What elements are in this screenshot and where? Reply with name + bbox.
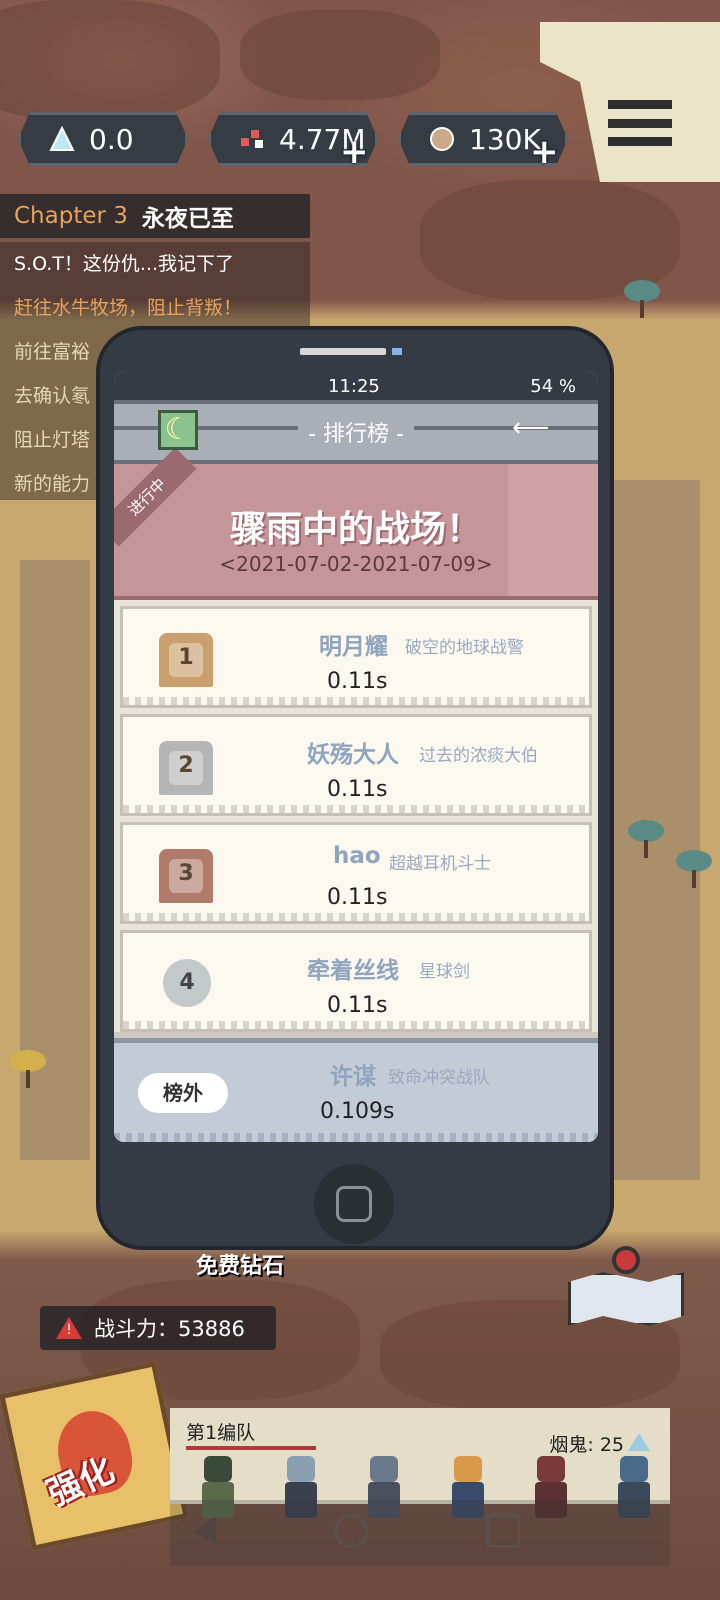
ore-icon [429,126,455,152]
crystal-icon [628,1433,650,1451]
phone-speaker [300,348,386,355]
parts-icon [239,126,265,152]
nav-back-icon[interactable] [188,1514,222,1548]
world-map-icon[interactable] [568,1246,684,1326]
crystal-value: 0.0 [89,122,134,156]
status-battery: 54 % [530,376,576,397]
add-parts-button[interactable]: + [340,132,369,172]
phone-home-button[interactable] [314,1164,394,1244]
event-banner: 进行中 骤雨中的战场！ <2021-07-02-2021-07-09> [114,447,598,600]
bronze-medal-icon: 3 [159,849,213,903]
self-score: 0.109s [320,1099,395,1124]
leaderboard-phone: 11:25 54 % ☾ - 排行榜 - ⟵ 进行中 骤雨中的战场！ <2021… [96,326,614,1250]
player-score: 0.11s [327,777,388,802]
ranking-row[interactable]: 3 hao 超越耳机斗士 0.11s [120,822,592,924]
warning-icon: ! [56,1317,82,1339]
back-arrow-icon[interactable]: ⟵ [512,415,558,441]
unranked-badge: 榜外 [138,1073,228,1113]
event-dates: <2021-07-02-2021-07-09> [219,552,493,576]
add-ore-button[interactable]: + [530,132,559,172]
gold-medal-icon: 1 [159,633,213,687]
combat-power-label: 战斗力：53886 [94,1317,245,1341]
crystal-icon [49,126,75,152]
ranking-list: 1 明月耀 破空的地球战警 0.11s 2 妖殇大人 过去的浓痰大伯 0.11s… [114,600,598,1032]
chapter-header: Chapter 3 永夜已至 [0,194,310,238]
player-name: 牵着丝线 [307,958,399,984]
team-name[interactable]: 第1编队 [186,1418,255,1445]
leaderboard-titlebar: ☾ - 排行榜 - ⟵ [114,400,598,464]
phone-screen: 11:25 54 % ☾ - 排行榜 - ⟵ 进行中 骤雨中的战场！ <2021… [114,372,598,1142]
ranking-row[interactable]: 2 妖殇大人 过去的浓痰大伯 0.11s [120,714,592,816]
player-score: 0.11s [327,885,388,910]
quest-item[interactable]: 赶往水牛牧场，阻止背叛！ [0,286,310,330]
player-name: 明月耀 [319,634,388,660]
smoker-label: 烟鬼: 25 [549,1434,624,1456]
player-title: 破空的地球战警 [405,638,524,658]
player-score: 0.11s [327,993,388,1018]
chapter-number: Chapter 3 [14,203,128,229]
self-title: 致命冲突战队 [388,1068,490,1088]
phone-sensor [392,348,402,355]
event-name: 骤雨中的战场！ [229,509,482,550]
nav-recent-icon[interactable] [486,1514,520,1548]
self-name: 许谋 [330,1064,376,1090]
team-underline [186,1446,316,1450]
nav-home-icon[interactable] [334,1514,368,1548]
combat-power: ! 战斗力：53886 [40,1306,276,1350]
status-bar: 11:25 54 % [114,372,598,400]
boost-button[interactable]: 强化 [0,1361,189,1551]
rank-badge-icon: 4 [163,959,211,1007]
free-diamonds-label[interactable]: 免费钻石 [196,1248,284,1280]
ranking-row[interactable]: 1 明月耀 破空的地球战警 0.11s [120,606,592,708]
smoker-count: 烟鬼: 25 [549,1430,650,1457]
player-title: 超越耳机斗士 [389,854,491,874]
player-name: 妖殇大人 [307,742,399,768]
map-pin-icon [612,1246,640,1274]
moon-icon[interactable]: ☾ [158,410,198,450]
status-time: 11:25 [328,376,380,397]
quest-item[interactable]: S.O.T！这份仇...我记下了 [0,242,310,286]
leaderboard-title: - 排行榜 - [298,422,414,447]
player-score: 0.11s [327,669,388,694]
chapter-title: 永夜已至 [141,206,234,232]
android-nav-bar [170,1500,670,1566]
player-name: hao [333,843,381,869]
ranking-row[interactable]: 4 牵着丝线 星球剑 0.11s [120,930,592,1032]
crystal-resource[interactable]: 0.0 [18,112,188,166]
menu-icon[interactable] [608,100,672,146]
player-title: 星球剑 [419,962,470,982]
silver-medal-icon: 2 [159,741,213,795]
player-title: 过去的浓痰大伯 [419,746,538,766]
self-ranking-row[interactable]: 榜外 许谋 致命冲突战队 0.109s [114,1038,598,1142]
